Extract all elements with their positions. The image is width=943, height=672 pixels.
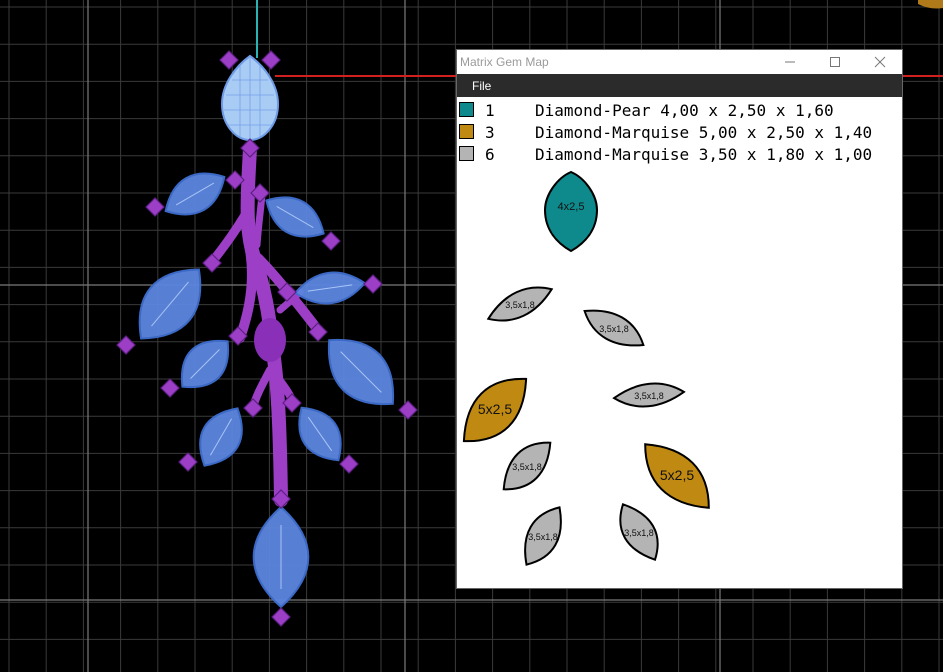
gem-map-window[interactable]: Matrix Gem Map File 1 Diamond-Pear 4,00 … — [457, 50, 902, 588]
gem-label: 4x2,5 — [558, 201, 585, 213]
gem-marquise-small[interactable]: 3,5x1,8 — [502, 441, 552, 491]
model-marquise-stones — [138, 172, 395, 609]
gem-label: 3,5x1,8 — [634, 391, 664, 401]
center-bead — [254, 318, 286, 362]
gem-label: 3,5x1,8 — [512, 462, 542, 472]
gem-marquise-large[interactable]: 5x2,5 — [644, 443, 710, 509]
gem-label: 3,5x1,8 — [624, 528, 654, 538]
gem-label: 3,5x1,8 — [528, 532, 558, 542]
gem-marquise-small[interactable]: 3,5x1,8 — [619, 503, 659, 561]
gem-label: 5x2,5 — [478, 401, 512, 417]
pendant-3d-model[interactable] — [116, 50, 418, 627]
gem-marquise-small[interactable]: 3,5x1,8 — [583, 309, 645, 347]
gem-map-canvas: 4x2,5 3,5x1,8 3,5x1,8 3,5x1,8 5x2,5 3,5x1,8 5… — [462, 170, 710, 566]
gem-label: 5x2,5 — [660, 467, 694, 483]
gem-marquise-large[interactable]: 5x2,5 — [462, 377, 528, 443]
gem-pear[interactable]: 4x2,5 — [543, 170, 599, 253]
gem-marquise-small[interactable]: 3,5x1,8 — [612, 382, 686, 408]
gem-marquise-small[interactable]: 3,5x1,8 — [524, 506, 562, 566]
gem-label: 3,5x1,8 — [505, 300, 535, 310]
gem-label: 3,5x1,8 — [599, 324, 629, 334]
gem-marquise-small[interactable]: 3,5x1,8 — [486, 286, 554, 322]
